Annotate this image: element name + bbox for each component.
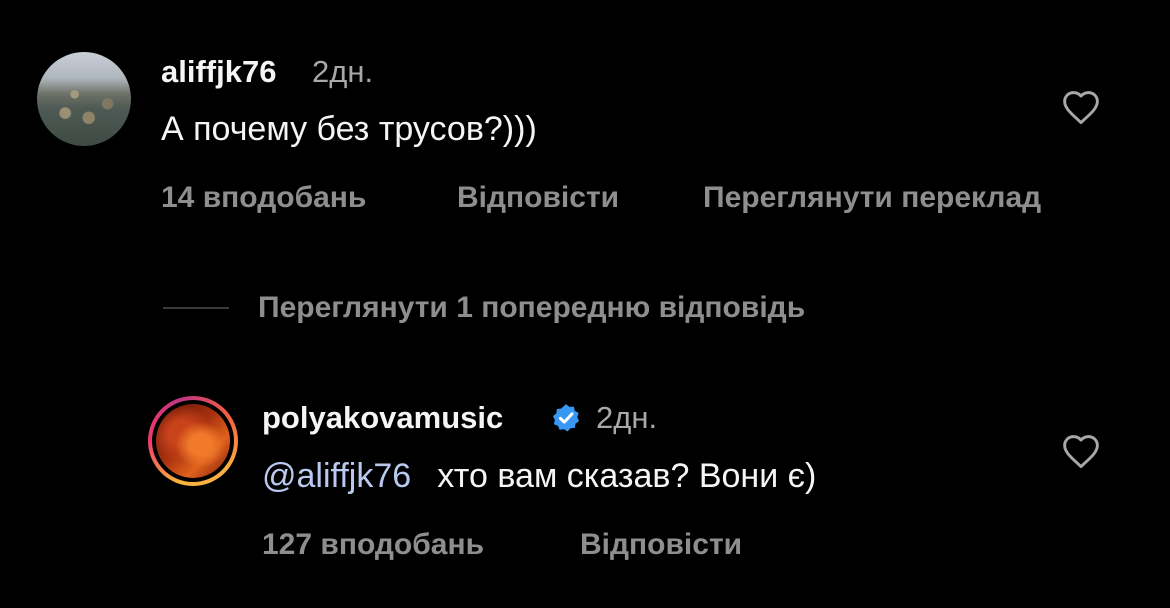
- reply-mention[interactable]: @aliffjk76: [262, 457, 411, 495]
- heart-icon[interactable]: [1061, 89, 1101, 125]
- commenter-avatar[interactable]: [37, 52, 131, 146]
- reply-time: 2дн.: [596, 400, 658, 435]
- reply-reply-button[interactable]: Відповісти: [580, 528, 742, 562]
- reply-avatar[interactable]: [148, 396, 238, 486]
- heart-icon[interactable]: [1061, 433, 1101, 469]
- comments-thread: aliffjk76 2дн. А почему без трусов?))) 1…: [0, 0, 1170, 608]
- reply-button[interactable]: Відповісти: [457, 181, 619, 215]
- replies-divider: [163, 307, 229, 309]
- see-translation-button[interactable]: Переглянути переклад: [703, 181, 1041, 215]
- comment-likes[interactable]: 14 вподобань: [161, 181, 366, 215]
- comment-text: А почему без трусов?))): [161, 110, 537, 148]
- view-previous-replies-button[interactable]: Переглянути 1 попередню відповідь: [258, 291, 805, 325]
- reply-username[interactable]: polyakovamusic: [262, 400, 503, 436]
- comment-time: 2дн.: [312, 54, 374, 89]
- verified-badge-icon: [552, 404, 580, 432]
- reply-likes[interactable]: 127 вподобань: [262, 528, 484, 562]
- reply-body: хто вам сказав? Вони є): [437, 457, 817, 495]
- commenter-username[interactable]: aliffjk76: [161, 54, 276, 90]
- reply-text: @aliffjk76 хто вам сказав? Вони є): [262, 457, 816, 496]
